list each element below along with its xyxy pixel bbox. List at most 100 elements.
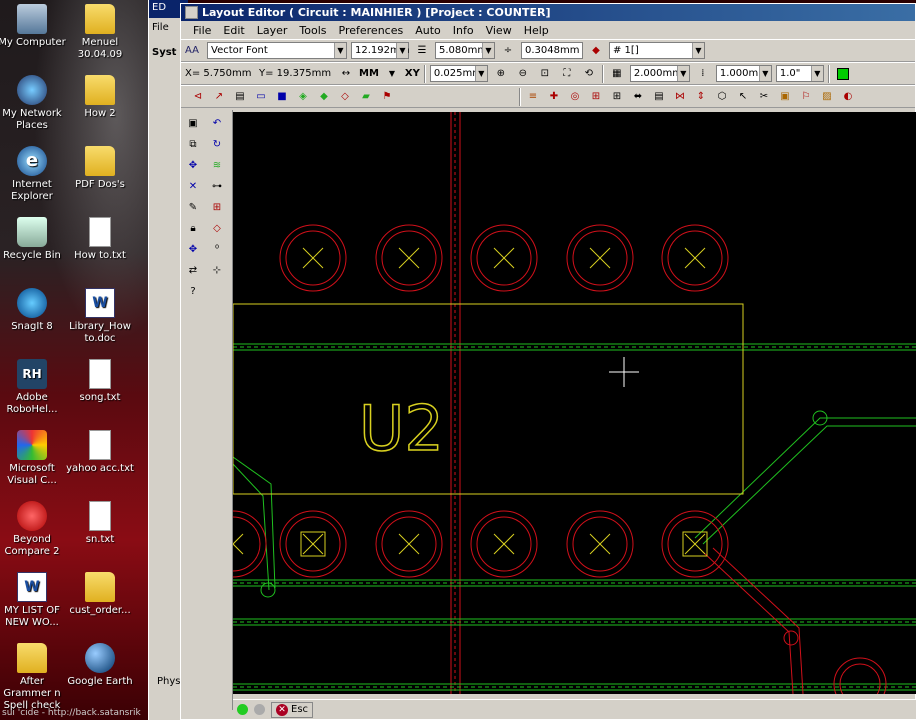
layout-canvas[interactable]: U2 <box>233 112 916 694</box>
folder-icon <box>85 572 115 602</box>
delete-icon[interactable]: ✕ <box>184 177 202 195</box>
zoom-window-icon[interactable]: ⊡ <box>536 65 554 83</box>
desktop-icon[interactable]: After Grammer n Spell check <box>0 643 66 712</box>
desktop-icon[interactable]: How to.txt <box>66 217 134 262</box>
text-icon[interactable]: ▤ <box>231 88 249 106</box>
desktop-icon[interactable]: My Computer <box>0 4 66 49</box>
desktop-icon[interactable]: Beyond Compare 2 <box>0 501 66 558</box>
zoom-out-icon[interactable]: ⊖ <box>514 65 532 83</box>
pointer-icon[interactable]: ↖ <box>734 88 752 106</box>
move-net-icon[interactable]: ✥ <box>184 240 202 258</box>
grid2-select[interactable]: 1.000mm ▼ <box>715 65 772 82</box>
text-height-select[interactable]: 12.192mm ▼ <box>351 42 409 59</box>
desktop-icon[interactable]: Recycle Bin <box>0 217 66 262</box>
desktop-icon[interactable]: song.txt <box>66 359 134 404</box>
font-select[interactable]: Vector Font ▼ <box>207 42 347 59</box>
diamond-icon[interactable]: ◇ <box>208 219 226 237</box>
desktop-icon[interactable]: My Network Places <box>0 75 66 132</box>
background-window-tab[interactable]: Phys <box>157 676 181 687</box>
polygon-icon[interactable]: ⬡ <box>713 88 731 106</box>
plane-icon[interactable]: ▰ <box>357 88 375 106</box>
origin-icon[interactable]: ⊹ <box>208 261 226 279</box>
mirror-icon[interactable]: ⋈ <box>671 88 689 106</box>
menu-info[interactable]: Info <box>447 23 480 38</box>
lock-icon[interactable]: 🔒︎ <box>184 219 202 237</box>
line-width-select[interactable]: 5.080mm ▼ <box>435 42 495 59</box>
desktop-icon[interactable]: sn.txt <box>66 501 134 546</box>
stack-icon[interactable]: ≡ <box>524 88 542 106</box>
desktop-icon[interactable]: PDF Dos's <box>66 146 134 191</box>
measure-icon[interactable]: ↔ <box>337 65 355 83</box>
fill-icon[interactable]: ■ <box>273 88 291 106</box>
pad-edit-icon[interactable]: ⊞ <box>208 198 226 216</box>
board-icon[interactable]: ▣ <box>776 88 794 106</box>
desktop-icon[interactable]: W Library_How to.doc <box>66 288 134 345</box>
zoom-fit-icon[interactable]: ⛶ <box>558 65 576 83</box>
desktop-icon[interactable]: cust_order... <box>66 572 134 617</box>
spacing-input[interactable]: 0.3048mm <box>521 42 583 59</box>
edit-icon[interactable]: ✎ <box>184 198 202 216</box>
snap-select[interactable]: 0.025mm ▼ <box>429 65 488 82</box>
target-icon[interactable]: ◎ <box>566 88 584 106</box>
pad-icon[interactable]: ⊞ <box>608 88 626 106</box>
menu-auto[interactable]: Auto <box>409 23 447 38</box>
desktop-icon[interactable]: RH Adobe RoboHel... <box>0 359 66 416</box>
menu-help[interactable]: Help <box>518 23 555 38</box>
desktop-icon[interactable]: How 2 <box>66 75 134 120</box>
desktop-icon[interactable]: Menuel 30.04.09 <box>66 4 134 61</box>
esc-button[interactable]: ✕ Esc <box>271 701 314 718</box>
group-icon[interactable]: ▣ <box>184 114 202 132</box>
keepout-icon[interactable]: ◇ <box>336 88 354 106</box>
desktop-icon[interactable]: e Internet Explorer <box>0 146 66 203</box>
units-select[interactable]: MM <box>359 68 379 79</box>
undo-icon[interactable]: ↶ <box>208 114 226 132</box>
measure-tool-icon[interactable]: ⇕ <box>692 88 710 106</box>
menu-view[interactable]: View <box>480 23 518 38</box>
highlight-icon[interactable]: ◐ <box>839 88 857 106</box>
via-icon[interactable]: ◈ <box>294 88 312 106</box>
flag-icon[interactable]: ⚐ <box>797 88 815 106</box>
grid-select[interactable]: 2.000mm ▼ <box>629 65 690 82</box>
report-icon[interactable]: ▤ <box>650 88 668 106</box>
select-icon[interactable]: ▭ <box>252 88 270 106</box>
hatch-icon[interactable]: ▨ <box>818 88 836 106</box>
chevron-down-icon[interactable]: ▼ <box>383 65 401 83</box>
rotate-icon[interactable]: ↻ <box>208 135 226 153</box>
angle-select[interactable]: 1.0" ▼ <box>775 65 824 82</box>
snap-grid-icon[interactable]: ⁞ <box>694 65 712 83</box>
menu-layer[interactable]: Layer <box>251 23 294 38</box>
grid-icon[interactable]: ▦ <box>608 65 626 83</box>
desktop-icon[interactable]: SnagIt 8 <box>0 288 66 333</box>
help-icon[interactable]: ? <box>184 282 202 300</box>
layer-swap-icon[interactable]: ≋ <box>208 156 226 174</box>
layer-color-icon[interactable] <box>834 65 852 83</box>
route-icon[interactable]: ↗ <box>210 88 228 106</box>
align-icon[interactable]: ⬌ <box>629 88 647 106</box>
zoom-in-icon[interactable]: ⊕ <box>492 65 510 83</box>
zero-icon[interactable]: ⁰ <box>208 240 226 258</box>
marker-icon[interactable]: ⚑ <box>378 88 396 106</box>
cut-icon[interactable]: ✂ <box>755 88 773 106</box>
menu-file[interactable]: File <box>187 23 217 38</box>
drc-icon[interactable]: ✚ <box>545 88 563 106</box>
xy-select[interactable]: XY <box>405 68 420 79</box>
desktop-icon[interactable]: Google Earth <box>66 643 134 688</box>
layer-select[interactable]: # 1[] ▼ <box>609 42 705 59</box>
trace <box>233 456 276 589</box>
net-edit-icon[interactable]: ⊶ <box>208 177 226 195</box>
title-bar[interactable]: Layout Editor ( Circuit : MAINHIER ) [Pr… <box>181 4 915 21</box>
copper-icon[interactable]: ◆ <box>315 88 333 106</box>
net-icon[interactable]: ⊞ <box>587 88 605 106</box>
redraw-icon[interactable]: ⟲ <box>580 65 598 83</box>
desktop-icon[interactable]: W MY LIST OF NEW WO... <box>0 572 66 629</box>
copy-icon[interactable]: ⧉ <box>184 135 202 153</box>
desktop-icon[interactable]: yahoo acc.txt <box>66 430 134 475</box>
swap-icon[interactable]: ⇄ <box>184 261 202 279</box>
move-icon[interactable]: ✥ <box>184 156 202 174</box>
menu-preferences[interactable]: Preferences <box>333 23 410 38</box>
menu-tools[interactable]: Tools <box>293 23 332 38</box>
word-icon: W <box>85 288 115 318</box>
menu-edit[interactable]: Edit <box>217 23 250 38</box>
place-component-icon[interactable]: ⊲ <box>189 88 207 106</box>
desktop-icon[interactable]: Microsoft Visual C... <box>0 430 66 487</box>
